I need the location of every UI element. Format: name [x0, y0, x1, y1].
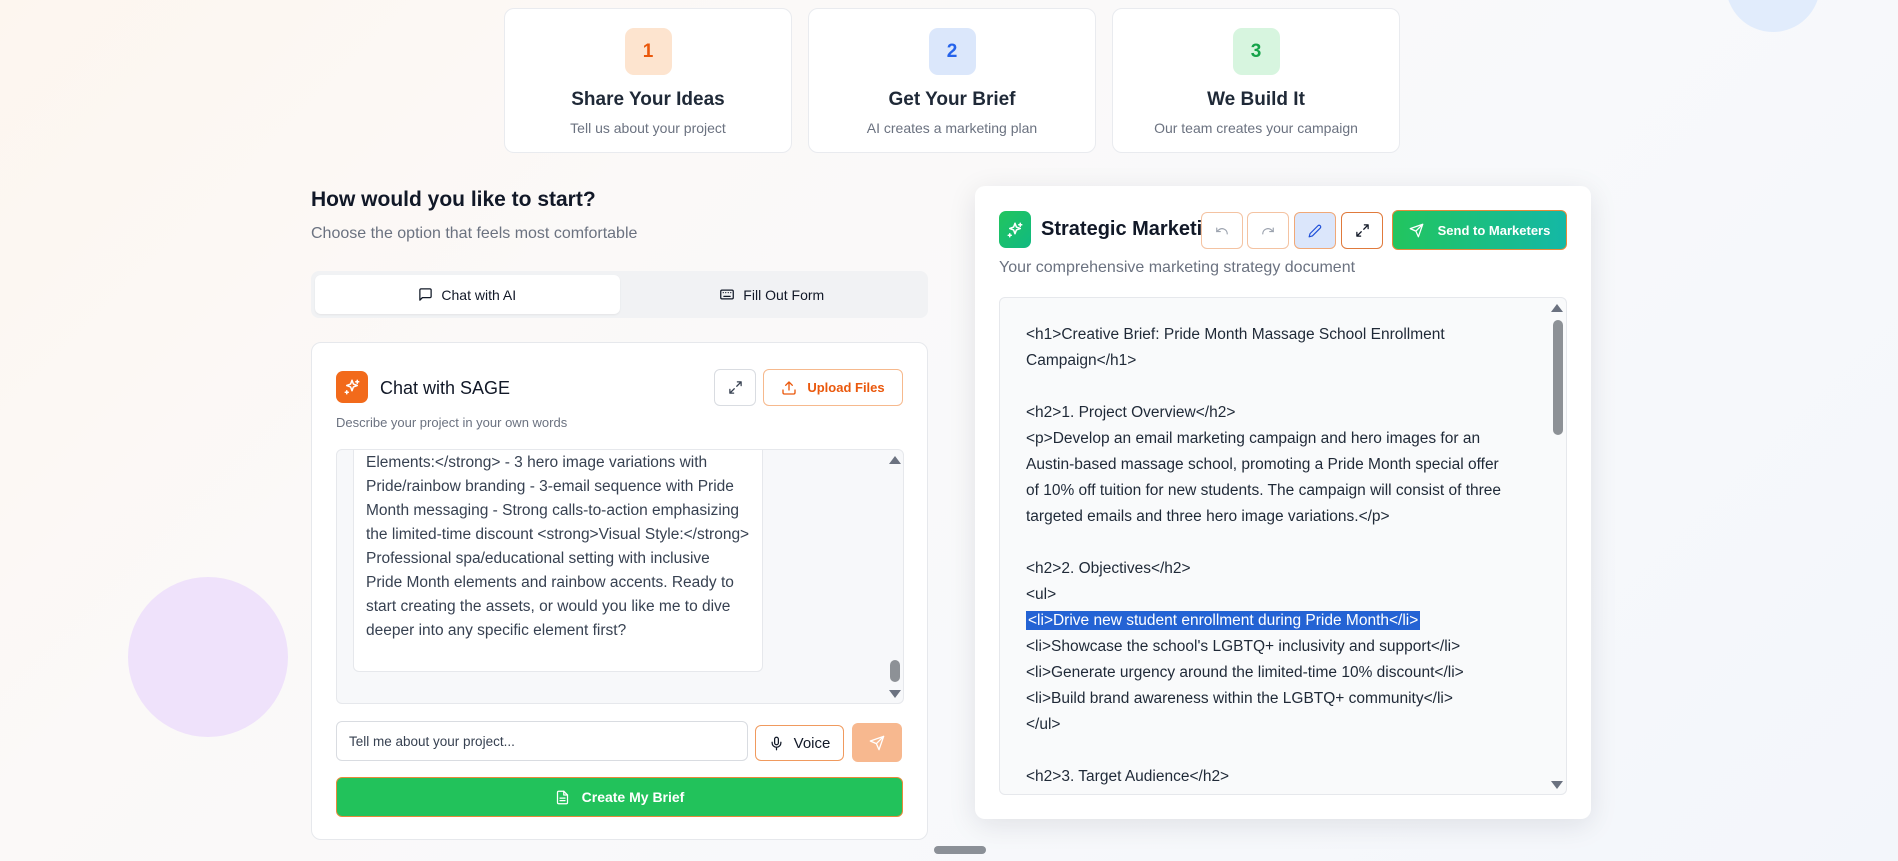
doc-line: <p>Develop an email marketing campaign a… [1026, 430, 1481, 447]
doc-line: Austin-based massage school, promoting a… [1026, 456, 1499, 473]
chat-expand-button[interactable] [714, 369, 756, 406]
brief-document-card: Strategic Marketing Brief Send to Market… [975, 186, 1591, 819]
step-card-1: 1 Share Your Ideas Tell us about your pr… [504, 8, 792, 153]
brief-editor-content[interactable]: <h1>Creative Brief: Pride Month Massage … [1026, 322, 1536, 790]
upload-files-button[interactable]: Upload Files [763, 369, 903, 406]
doc-line [1026, 374, 1536, 400]
scroll-thumb[interactable] [1553, 320, 1563, 435]
doc-line: <h2>2. Objectives</h2> [1026, 560, 1191, 577]
doc-line [1026, 530, 1536, 556]
voice-button[interactable]: Voice [755, 725, 844, 761]
ai-message: Elements:</strong> - 3 hero image variat… [353, 450, 763, 672]
send-to-marketers-button[interactable]: Send to Marketers [1392, 210, 1567, 250]
chat-card: Chat with SAGE Describe your project in … [311, 342, 928, 840]
doc-line: <li>Build brand awareness within the LGB… [1026, 690, 1453, 707]
expand-icon [1355, 224, 1369, 237]
upload-files-label: Upload Files [807, 380, 885, 395]
start-subheading: Choose the option that feels most comfor… [311, 225, 638, 242]
sparkles-icon [344, 379, 360, 395]
send-message-button[interactable] [852, 723, 902, 762]
keyboard-icon [720, 289, 735, 300]
doc-line: of 10% off tuition for new students. The… [1026, 482, 1502, 499]
upload-icon [782, 380, 797, 395]
pencil-icon [1308, 224, 1322, 237]
resize-handle[interactable] [934, 846, 986, 854]
chat-input[interactable]: Tell me about your project... [336, 721, 748, 761]
decorative-blob-blue [1726, 0, 1820, 32]
doc-logo [999, 211, 1031, 248]
create-brief-button[interactable]: Create My Brief [336, 777, 903, 817]
doc-line-ul-close: </ul> [1026, 716, 1061, 733]
redo-icon [1262, 227, 1274, 234]
doc-title: Strategic Marketing Brief [1041, 218, 1201, 240]
create-brief-label: Create My Brief [581, 789, 685, 805]
mic-icon [771, 736, 782, 750]
step-title-1: Share Your Ideas [571, 89, 725, 110]
scroll-up-arrow[interactable] [1551, 304, 1563, 312]
doc-line [1026, 738, 1536, 764]
chat-subtitle: Describe your project in your own words [336, 415, 568, 430]
step-subtitle-3: Our team creates your campaign [1154, 120, 1358, 136]
scroll-up-arrow[interactable] [889, 456, 901, 464]
step-card-2: 2 Get Your Brief AI creates a marketing … [808, 8, 1096, 153]
undo-button[interactable] [1201, 212, 1243, 249]
doc-line: <h2>3. Target Audience</h2> [1026, 768, 1230, 785]
scroll-down-arrow[interactable] [1551, 781, 1563, 789]
doc-line: <li>Generate urgency around the limited-… [1026, 664, 1464, 681]
tab-chat-label: Chat with AI [441, 286, 517, 303]
text-selection[interactable]: <li>Drive new student enrollment during … [1026, 611, 1421, 630]
start-heading: How would you like to start? [311, 188, 596, 211]
edit-button[interactable] [1294, 212, 1336, 249]
step-number-1: 1 [624, 28, 672, 75]
send-icon [869, 735, 885, 750]
sparkles-icon [1007, 222, 1023, 237]
doc-expand-button[interactable] [1341, 212, 1383, 249]
tab-form-label: Fill Out Form [743, 286, 825, 303]
send-to-marketers-label: Send to Marketers [1437, 222, 1551, 238]
scroll-down-arrow[interactable] [889, 690, 901, 698]
doc-subtitle: Your comprehensive marketing strategy do… [999, 259, 1356, 276]
step-title-3: We Build It [1207, 89, 1305, 110]
redo-button[interactable] [1247, 212, 1289, 249]
doc-line: Campaign</h1> [1026, 352, 1137, 369]
step-subtitle-2: AI creates a marketing plan [866, 120, 1038, 136]
message-square-icon [419, 288, 433, 301]
doc-line: targeted emails and three hero image var… [1026, 508, 1390, 525]
tab-chat-with-ai[interactable]: Chat with AI [315, 275, 620, 314]
doc-line-selected: <li>Drive new student enrollment during … [1026, 608, 1536, 634]
doc-line-ul-open: <ul> [1026, 586, 1057, 603]
editor-scrollbar[interactable] [1548, 298, 1566, 794]
step-number-3: 3 [1232, 28, 1280, 75]
expand-icon [728, 381, 742, 394]
file-text-icon [556, 790, 568, 804]
step-subtitle-1: Tell us about your project [570, 120, 726, 136]
step-number-2: 2 [928, 28, 976, 75]
doc-line: <h2>1. Project Overview</h2> [1026, 404, 1236, 421]
chat-logo [336, 371, 368, 403]
doc-line: <li>Showcase the school's LGBTQ+ inclusi… [1026, 638, 1461, 655]
brief-editor[interactable]: <h1>Creative Brief: Pride Month Massage … [999, 297, 1567, 795]
step-title-2: Get Your Brief [888, 89, 1016, 110]
chat-messages[interactable]: Elements:</strong> - 3 hero image variat… [336, 449, 904, 704]
step-card-3: 3 We Build It Our team creates your camp… [1112, 8, 1400, 153]
doc-title-container: Strategic Marketing Brief [1041, 218, 1201, 248]
tab-fill-out-form[interactable]: Fill Out Form [620, 275, 925, 314]
scroll-thumb[interactable] [890, 660, 900, 682]
doc-line: <h1>Creative Brief: Pride Month Massage … [1026, 326, 1445, 343]
mode-tabs: Chat with AI Fill Out Form [311, 271, 928, 318]
chat-title: Chat with SAGE [380, 378, 511, 398]
chat-scrollbar[interactable] [887, 450, 903, 703]
voice-label: Voice [793, 734, 831, 752]
send-icon [1409, 223, 1424, 237]
undo-icon [1216, 227, 1228, 234]
decorative-blob-purple [128, 577, 288, 737]
